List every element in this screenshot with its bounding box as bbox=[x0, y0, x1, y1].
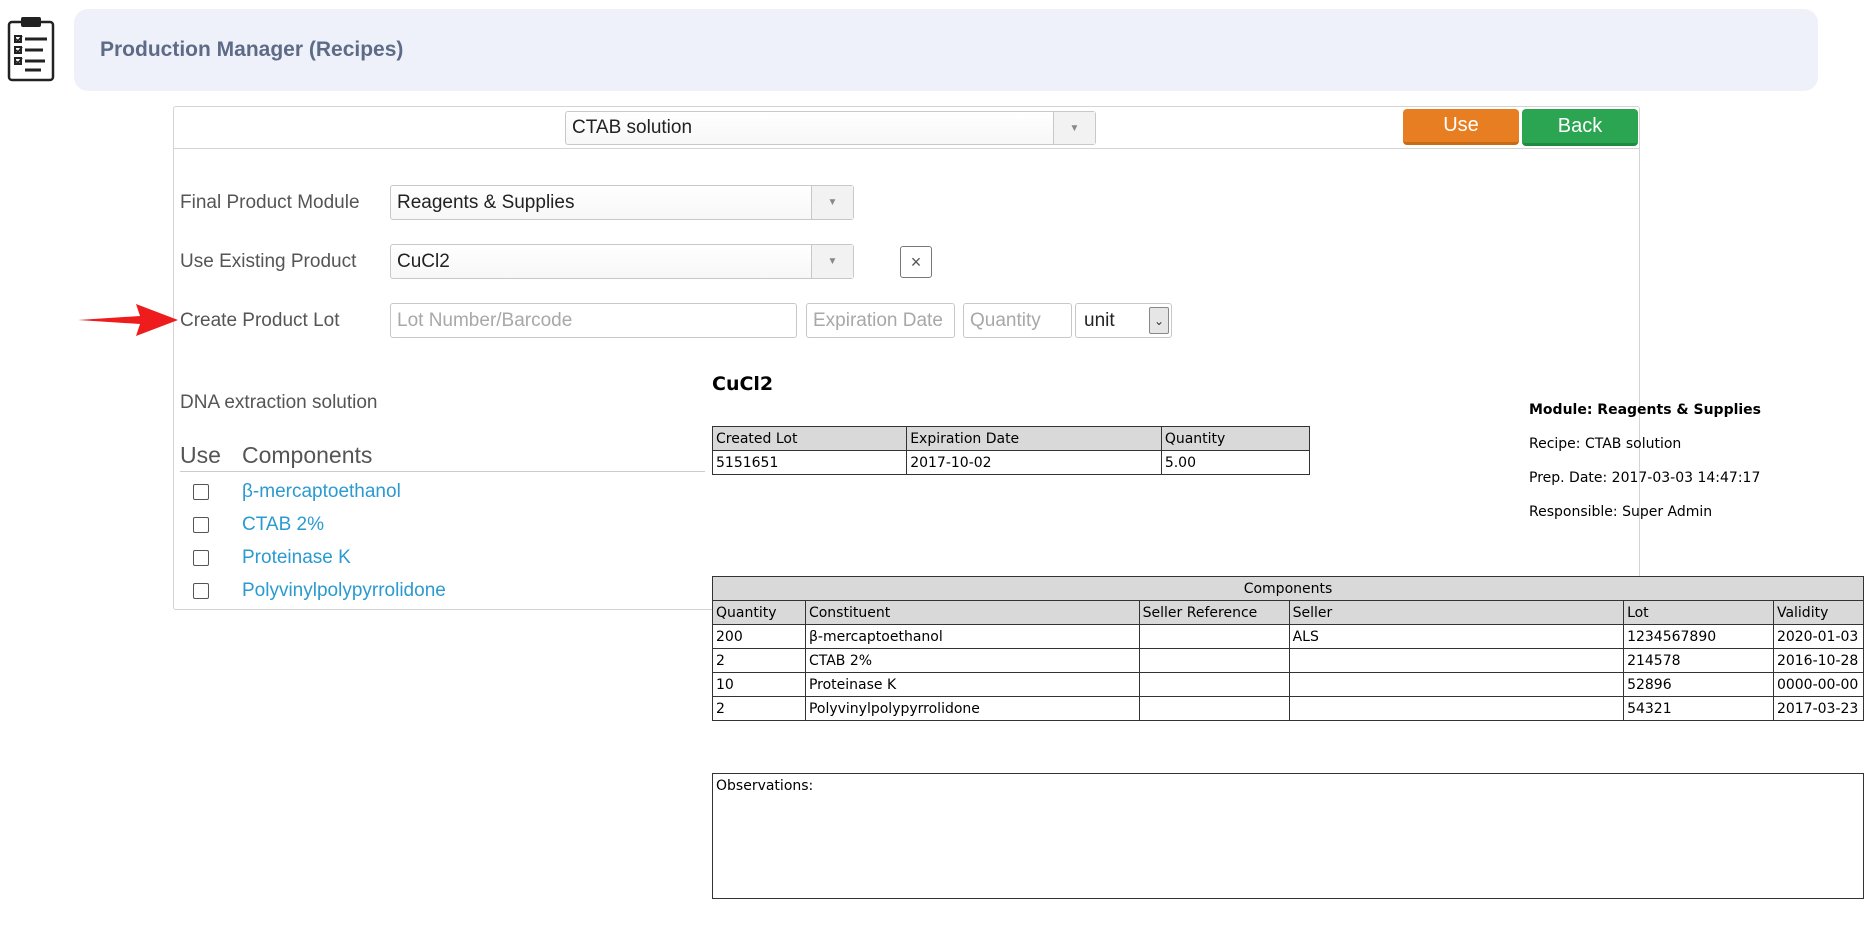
table-cell bbox=[1138, 696, 1290, 721]
final-product-module-value: Reagents & Supplies bbox=[397, 191, 575, 213]
expiration-date-input[interactable] bbox=[806, 303, 955, 338]
table-cell: 214578 bbox=[1623, 648, 1774, 673]
unit-select-value: unit bbox=[1084, 309, 1115, 331]
component-link[interactable]: CTAB 2% bbox=[242, 514, 324, 536]
unit-select[interactable]: unit ⌄ bbox=[1075, 303, 1172, 338]
close-icon: × bbox=[910, 251, 922, 272]
column-header: Seller Reference bbox=[1138, 600, 1290, 625]
column-header: Expiration Date bbox=[906, 426, 1162, 451]
table-cell bbox=[1138, 672, 1290, 697]
table-cell: 5.00 bbox=[1160, 450, 1311, 475]
clear-product-button[interactable]: × bbox=[900, 246, 932, 278]
table-cell: Proteinase K bbox=[804, 672, 1140, 697]
table-caption-row: Components bbox=[712, 576, 1864, 601]
table-cell: 2017-03-23 bbox=[1772, 696, 1865, 721]
created-lot-table: Created Lot Expiration Date Quantity 515… bbox=[711, 426, 1311, 475]
final-product-module-select[interactable]: Reagents & Supplies ▼ bbox=[390, 185, 854, 220]
report-product-title: CuCl2 bbox=[712, 373, 774, 395]
chevron-down-icon: ⌄ bbox=[1149, 307, 1169, 334]
chevron-down-icon: ▼ bbox=[1053, 112, 1095, 144]
components-caption: Components bbox=[712, 576, 1864, 601]
table-cell: 52896 bbox=[1623, 672, 1774, 697]
table-row: 5151651 2017-10-02 5.00 bbox=[711, 450, 1311, 475]
clipboard-checklist-icon bbox=[7, 16, 55, 82]
table-cell: 2020-01-03 bbox=[1772, 624, 1865, 649]
component-use-checkbox[interactable] bbox=[193, 583, 209, 599]
use-button[interactable]: Use bbox=[1403, 109, 1519, 145]
recipe-select[interactable]: CTAB solution ▼ bbox=[565, 111, 1096, 145]
table-cell: CTAB 2% bbox=[804, 648, 1140, 673]
table-cell bbox=[1288, 672, 1625, 697]
component-use-checkbox[interactable] bbox=[193, 550, 209, 566]
table-cell: 0000-00-00 bbox=[1772, 672, 1865, 697]
table-header-row: Quantity Constituent Seller Reference Se… bbox=[712, 600, 1865, 625]
column-header: Created Lot bbox=[711, 426, 908, 451]
recipe-panel bbox=[173, 106, 1640, 610]
table-row: 2 CTAB 2% 214578 2016-10-28 bbox=[712, 648, 1865, 673]
component-link[interactable]: β-mercaptoethanol bbox=[242, 481, 401, 503]
table-cell: 1234567890 bbox=[1623, 624, 1774, 649]
page-title: Production Manager (Recipes) bbox=[100, 38, 404, 61]
table-cell: 2016-10-28 bbox=[1772, 648, 1865, 673]
table-row: 200 β-mercaptoethanol ALS 1234567890 202… bbox=[712, 624, 1865, 649]
table-cell: 2017-10-02 bbox=[906, 450, 1162, 475]
table-cell: 200 bbox=[712, 624, 806, 649]
components-header-divider bbox=[180, 471, 705, 472]
table-cell bbox=[1138, 648, 1290, 673]
component-use-checkbox[interactable] bbox=[193, 484, 209, 500]
quantity-input[interactable] bbox=[963, 303, 1072, 338]
table-row: 2 Polyvinylpolypyrrolidone 54321 2017-03… bbox=[712, 696, 1865, 721]
table-cell: β-mercaptoethanol bbox=[804, 624, 1140, 649]
table-row: 10 Proteinase K 52896 0000-00-00 bbox=[712, 672, 1865, 697]
use-existing-product-label: Use Existing Product bbox=[180, 251, 357, 272]
column-header: Validity bbox=[1772, 600, 1865, 625]
report-recipe: Recipe: CTAB solution bbox=[1529, 436, 1682, 452]
column-header: Seller bbox=[1288, 600, 1625, 625]
table-cell: 54321 bbox=[1623, 696, 1774, 721]
final-product-module-label: Final Product Module bbox=[180, 192, 360, 213]
report-responsible: Responsible: Super Admin bbox=[1529, 504, 1713, 520]
component-link[interactable]: Proteinase K bbox=[242, 547, 351, 569]
red-arrow-annotation bbox=[78, 302, 178, 338]
column-header: Constituent bbox=[804, 600, 1140, 625]
chevron-down-icon: ▼ bbox=[811, 245, 853, 278]
back-button[interactable]: Back bbox=[1522, 109, 1638, 146]
use-column-header: Use bbox=[180, 442, 221, 468]
component-link[interactable]: Polyvinylpolypyrrolidone bbox=[242, 580, 446, 602]
table-cell: 2 bbox=[712, 696, 806, 721]
observations-label: Observations: bbox=[716, 778, 814, 794]
column-header: Lot bbox=[1623, 600, 1774, 625]
table-cell: 5151651 bbox=[711, 450, 908, 475]
chevron-down-icon: ▼ bbox=[811, 186, 853, 219]
table-cell bbox=[1288, 648, 1625, 673]
table-cell: 2 bbox=[712, 648, 806, 673]
table-cell bbox=[1138, 624, 1290, 649]
observations-box: Observations: bbox=[712, 773, 1864, 899]
components-table: Components Quantity Constituent Seller R… bbox=[712, 576, 1865, 721]
lot-number-input[interactable] bbox=[390, 303, 797, 338]
recipe-description: DNA extraction solution bbox=[180, 392, 378, 413]
column-header: Quantity bbox=[712, 600, 806, 625]
report-prep-date: Prep. Date: 2017-03-03 14:47:17 bbox=[1529, 470, 1761, 486]
panel-divider bbox=[173, 148, 1640, 149]
column-header: Quantity bbox=[1160, 426, 1311, 451]
components-column-header: Components bbox=[242, 442, 373, 468]
component-use-checkbox[interactable] bbox=[193, 517, 209, 533]
create-product-lot-label: Create Product Lot bbox=[180, 310, 340, 331]
existing-product-select[interactable]: CuCl2 ▼ bbox=[390, 244, 854, 279]
table-cell: ALS bbox=[1288, 624, 1625, 649]
table-header-row: Created Lot Expiration Date Quantity bbox=[711, 426, 1311, 451]
table-cell bbox=[1288, 696, 1625, 721]
table-cell: Polyvinylpolypyrrolidone bbox=[804, 696, 1140, 721]
recipe-select-value: CTAB solution bbox=[572, 117, 693, 138]
table-cell: 10 bbox=[712, 672, 806, 697]
report-module: Module: Reagents & Supplies bbox=[1529, 402, 1762, 418]
existing-product-value: CuCl2 bbox=[397, 250, 450, 272]
